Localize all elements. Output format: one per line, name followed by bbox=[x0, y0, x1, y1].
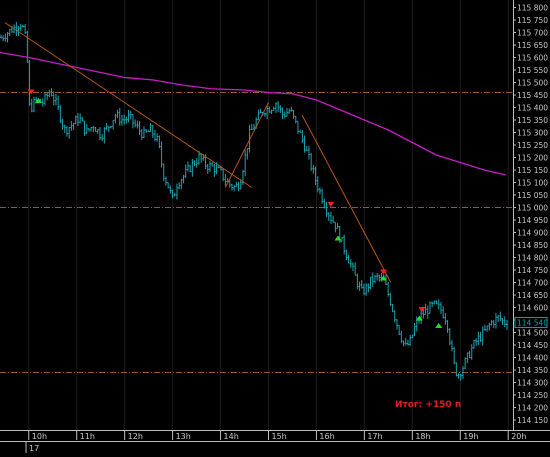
x-tick-label: 13h bbox=[176, 432, 191, 441]
y-tick-label: 115 550 bbox=[517, 66, 548, 75]
y-tick-label: 115 400 bbox=[517, 104, 548, 113]
y-tick-label: 115 750 bbox=[517, 16, 548, 25]
y-tick-label: 115 050 bbox=[517, 191, 548, 200]
y-tick-label: 115 450 bbox=[517, 91, 548, 100]
x-tick-label: 10h bbox=[32, 432, 47, 441]
y-tick-label: 114 450 bbox=[517, 341, 548, 350]
y-tick-label: 115 000 bbox=[517, 204, 548, 213]
y-tick-label: 115 600 bbox=[517, 54, 548, 63]
x-tick-label: 19h bbox=[463, 432, 478, 441]
y-tick-label: 115 650 bbox=[517, 41, 548, 50]
x-tick-label: 11h bbox=[80, 432, 95, 441]
y-tick-label: 115 200 bbox=[517, 154, 548, 163]
y-tick-label: 114 200 bbox=[517, 404, 548, 413]
y-tick-label: 115 300 bbox=[517, 129, 548, 138]
chart-svg: 115 800 115 750 115 700 115 650 115 600 115 5… bbox=[0, 0, 550, 453]
y-tick-label: 115 100 bbox=[517, 179, 548, 188]
x-tick-label: 20h bbox=[511, 432, 526, 441]
y-tick-label: 114 900 bbox=[517, 229, 548, 238]
y-tick-label: 115 150 bbox=[517, 166, 548, 175]
y-tick-label: 114 800 bbox=[517, 254, 548, 263]
x-tick-label: 12h bbox=[128, 432, 143, 441]
y-tick-label: 115 350 bbox=[517, 116, 548, 125]
y-tick-label: 114 600 bbox=[517, 304, 548, 313]
price-chart: 115 800 115 750 115 700 115 650 115 600 115 5… bbox=[0, 0, 550, 453]
y-tick-label: 114 250 bbox=[517, 391, 548, 400]
y-tick-label: 114 850 bbox=[517, 241, 548, 250]
y-tick-label: 115 700 bbox=[517, 29, 548, 38]
x-tick-label: 18h bbox=[415, 432, 430, 441]
chart-background bbox=[0, 0, 550, 453]
x-tick-label: 15h bbox=[271, 432, 286, 441]
y-tick-label: 114 650 bbox=[517, 291, 548, 300]
y-tick-label: 114 750 bbox=[517, 266, 548, 275]
current-price-marker: 114 540 bbox=[514, 317, 548, 328]
y-tick-label: 114 300 bbox=[517, 379, 548, 388]
date-label: 17 bbox=[29, 444, 39, 453]
x-tick-label: 17h bbox=[367, 432, 382, 441]
x-tick-label: 14h bbox=[224, 432, 239, 441]
y-tick-label: 114 400 bbox=[517, 354, 548, 363]
result-annotation: Итог: +150 п bbox=[395, 400, 461, 410]
x-tick-label: 16h bbox=[319, 432, 334, 441]
y-tick-label: 115 500 bbox=[517, 79, 548, 88]
y-tick-label: 115 800 bbox=[517, 4, 548, 13]
y-tick-label: 114 350 bbox=[517, 366, 548, 375]
y-tick-label: 115 250 bbox=[517, 141, 548, 150]
y-tick-label: 114 150 bbox=[517, 416, 548, 425]
y-tick-label: 114 700 bbox=[517, 279, 548, 288]
y-tick-label: 114 950 bbox=[517, 216, 548, 225]
y-tick-label: 114 500 bbox=[517, 329, 548, 338]
current-price-label: 114 540 bbox=[517, 319, 548, 328]
